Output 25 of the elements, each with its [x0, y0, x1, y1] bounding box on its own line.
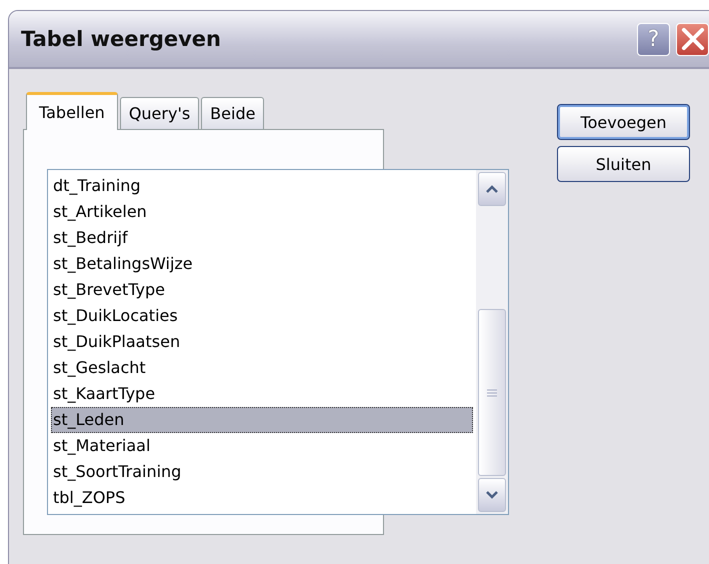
- close-button[interactable]: [676, 22, 709, 56]
- list-item[interactable]: st_BetalingsWijze: [51, 251, 473, 277]
- list-item[interactable]: st_SoortTraining: [51, 459, 473, 485]
- tab[interactable]: Tabellen: [26, 92, 118, 130]
- scroll-down-icon: [485, 490, 499, 500]
- list-item[interactable]: tbl_ZOPS: [51, 485, 473, 511]
- scrollbar[interactable]: [476, 170, 508, 514]
- tab[interactable]: Beide: [201, 97, 264, 129]
- window-title: Tabel weergeven: [21, 27, 221, 51]
- dialog-button[interactable]: Toevoegen: [557, 104, 690, 140]
- list-item[interactable]: st_Leden: [51, 407, 473, 433]
- list-item[interactable]: dt_Training: [51, 173, 473, 199]
- dialog-button[interactable]: Sluiten: [557, 146, 690, 182]
- list-item[interactable]: st_Artikelen: [51, 199, 473, 225]
- close-icon: [680, 26, 706, 52]
- list-item[interactable]: st_KaartType: [51, 381, 473, 407]
- tab[interactable]: Query's: [120, 97, 200, 129]
- list-item[interactable]: st_DuikPlaatsen: [51, 329, 473, 355]
- list-item[interactable]: st_Geslacht: [51, 355, 473, 381]
- grip-icon: [487, 388, 497, 396]
- list-item[interactable]: st_BrevetType: [51, 277, 473, 303]
- scroll-up-icon: [485, 184, 499, 194]
- list-item[interactable]: st_DuikLocaties: [51, 303, 473, 329]
- list-item[interactable]: st_Bedrijf: [51, 225, 473, 251]
- list-item[interactable]: st_Materiaal: [51, 433, 473, 459]
